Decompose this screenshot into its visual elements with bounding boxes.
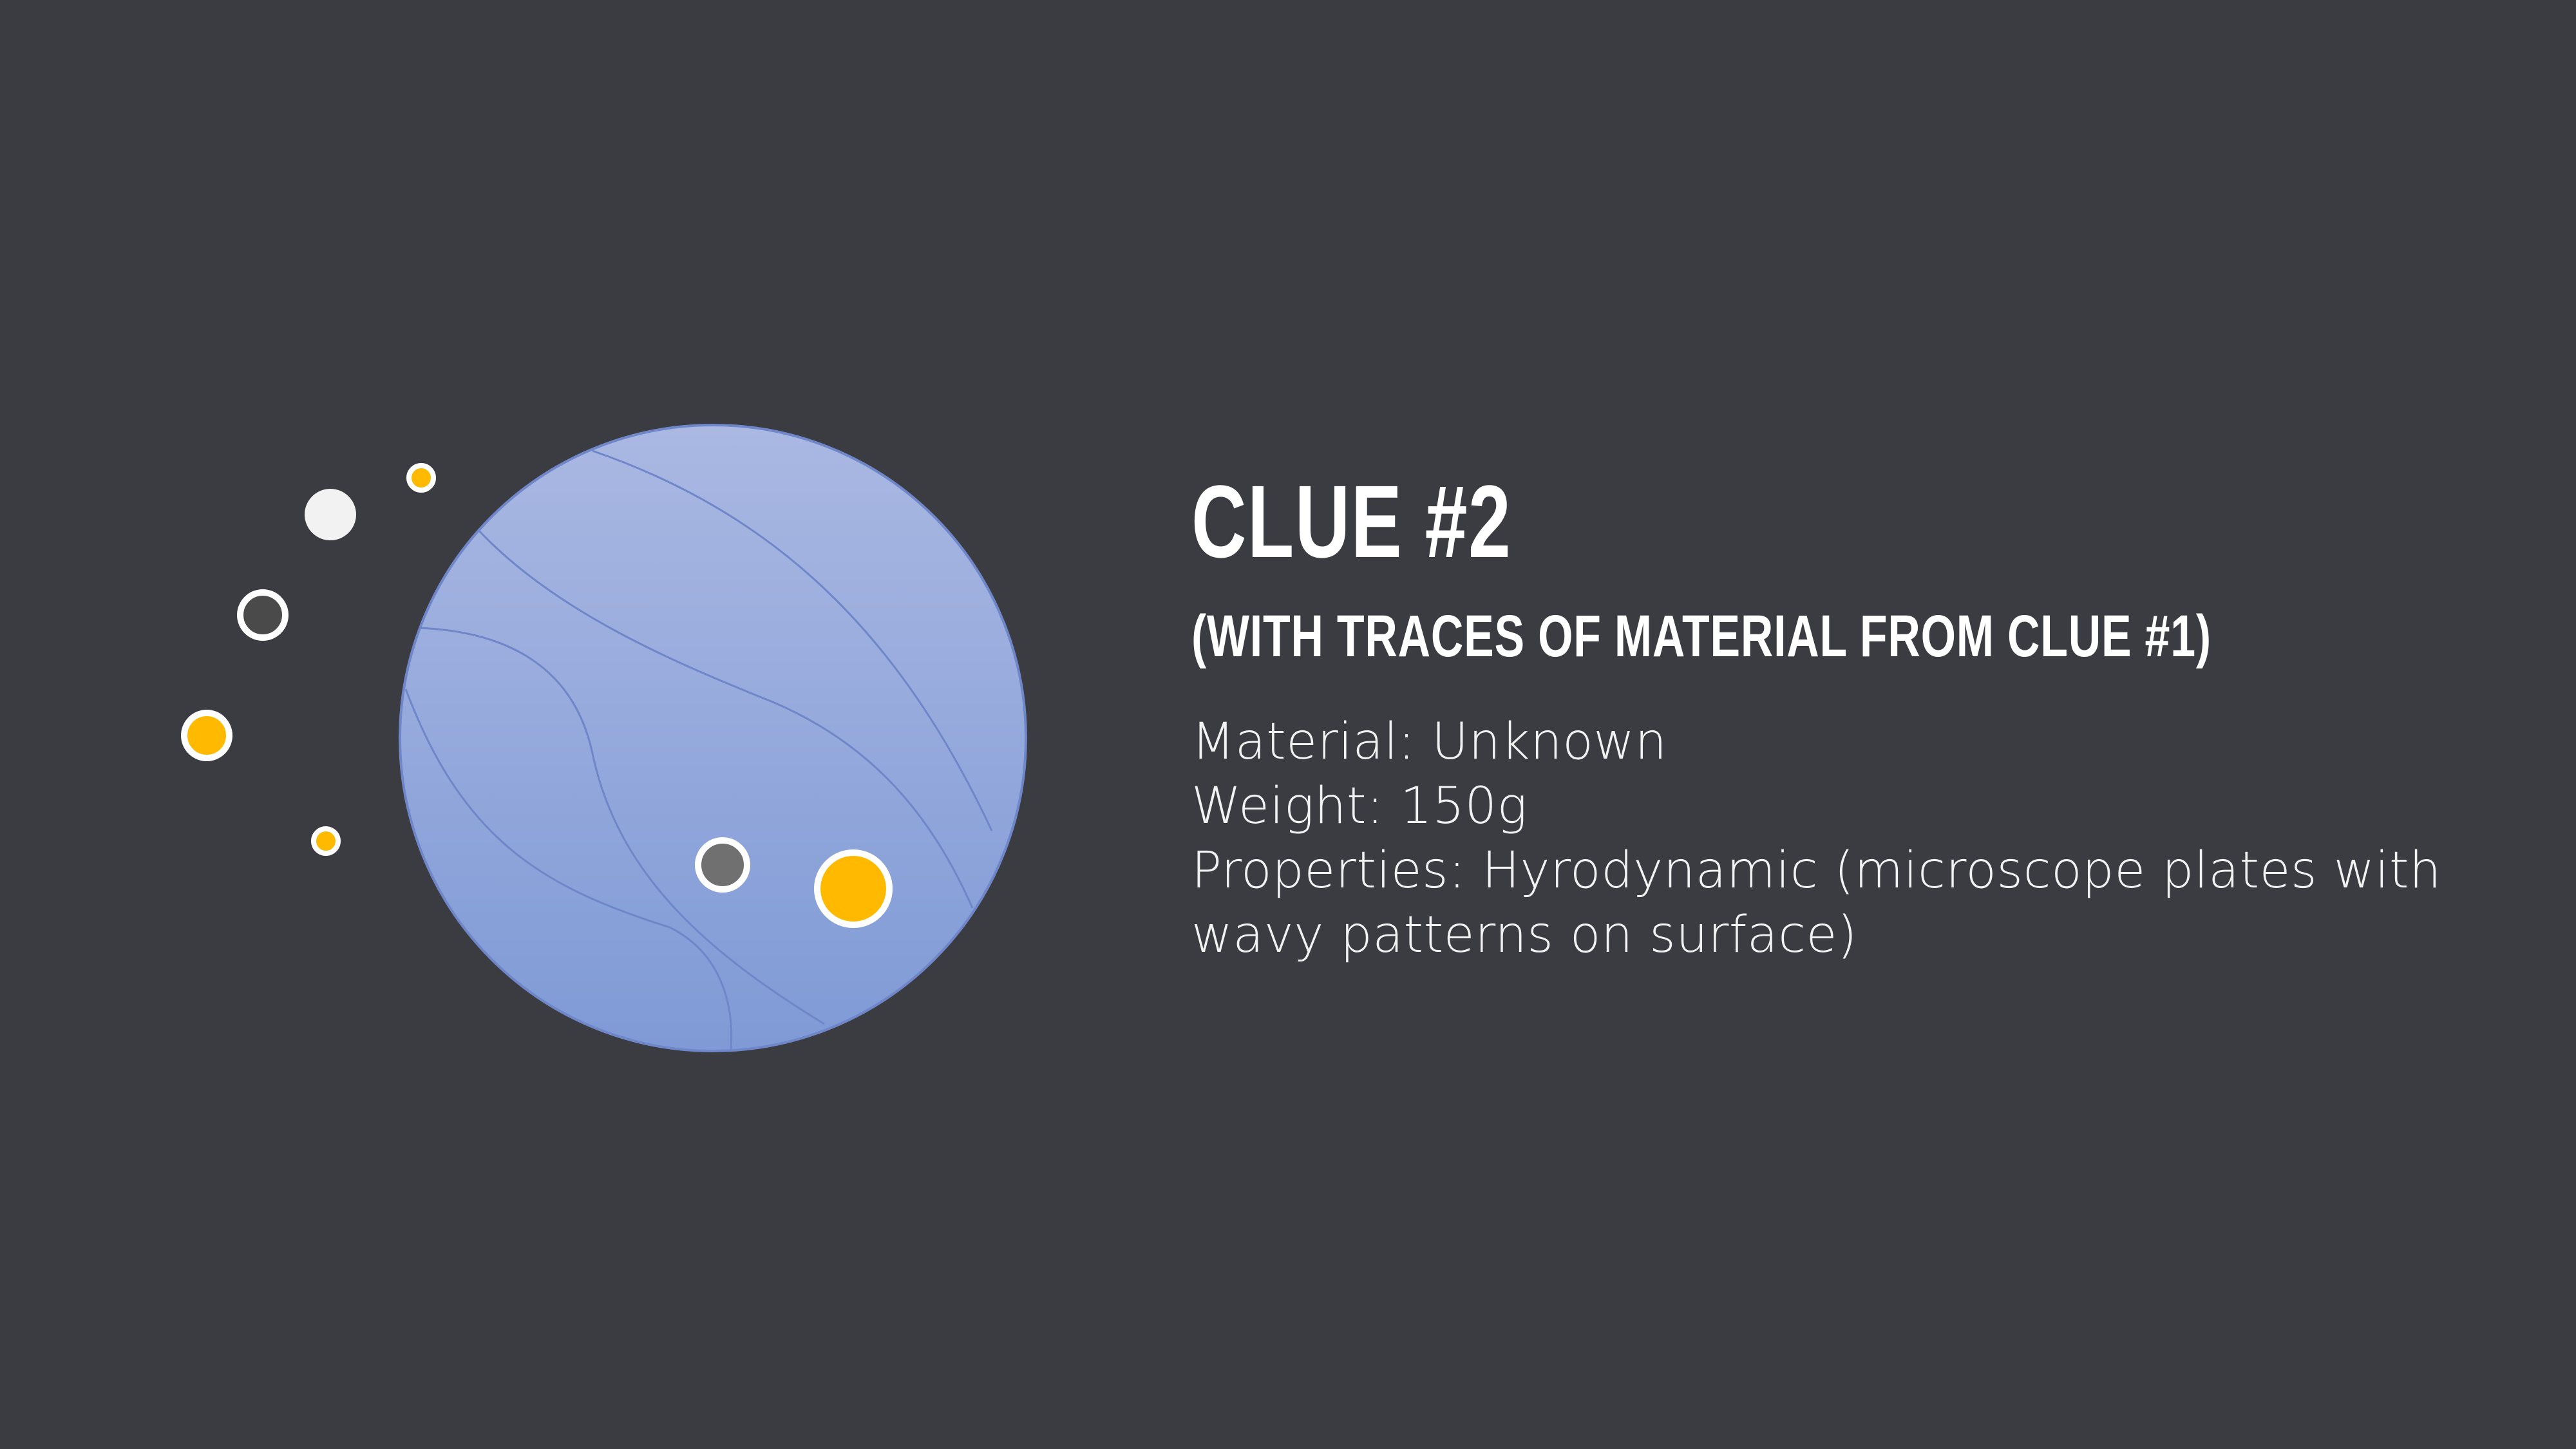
white-dot-icon [305,489,356,540]
yellow-small-dot-icon [406,463,436,493]
dark-ring-dot-icon [237,589,289,641]
page-subtitle: (with traces of material from Clue #1) [1191,603,2211,669]
yellow-large-dot-icon [814,849,893,928]
gray-ring-dot-icon [695,837,750,893]
yellow-tiny-dot-icon [311,826,341,856]
slide: Clue #2 (with traces of material from Cl… [0,0,2576,1449]
page-title: Clue #2 [1191,464,1512,579]
properties-detail: Properties: Hyrodynamic (microscope plat… [1191,842,2441,964]
planet-body [399,424,1027,1052]
clue-details: Material: Unknown Weight: 150g Propertie… [1191,710,2512,967]
planet-illustration [181,424,1027,1052]
material-detail: Material: Unknown [1191,713,1667,771]
weight-detail: Weight: 150g [1191,777,1528,835]
yellow-ring-dot-icon [181,710,232,761]
clue-text-block: Clue #2 (with traces of material from Cl… [1191,470,2512,967]
